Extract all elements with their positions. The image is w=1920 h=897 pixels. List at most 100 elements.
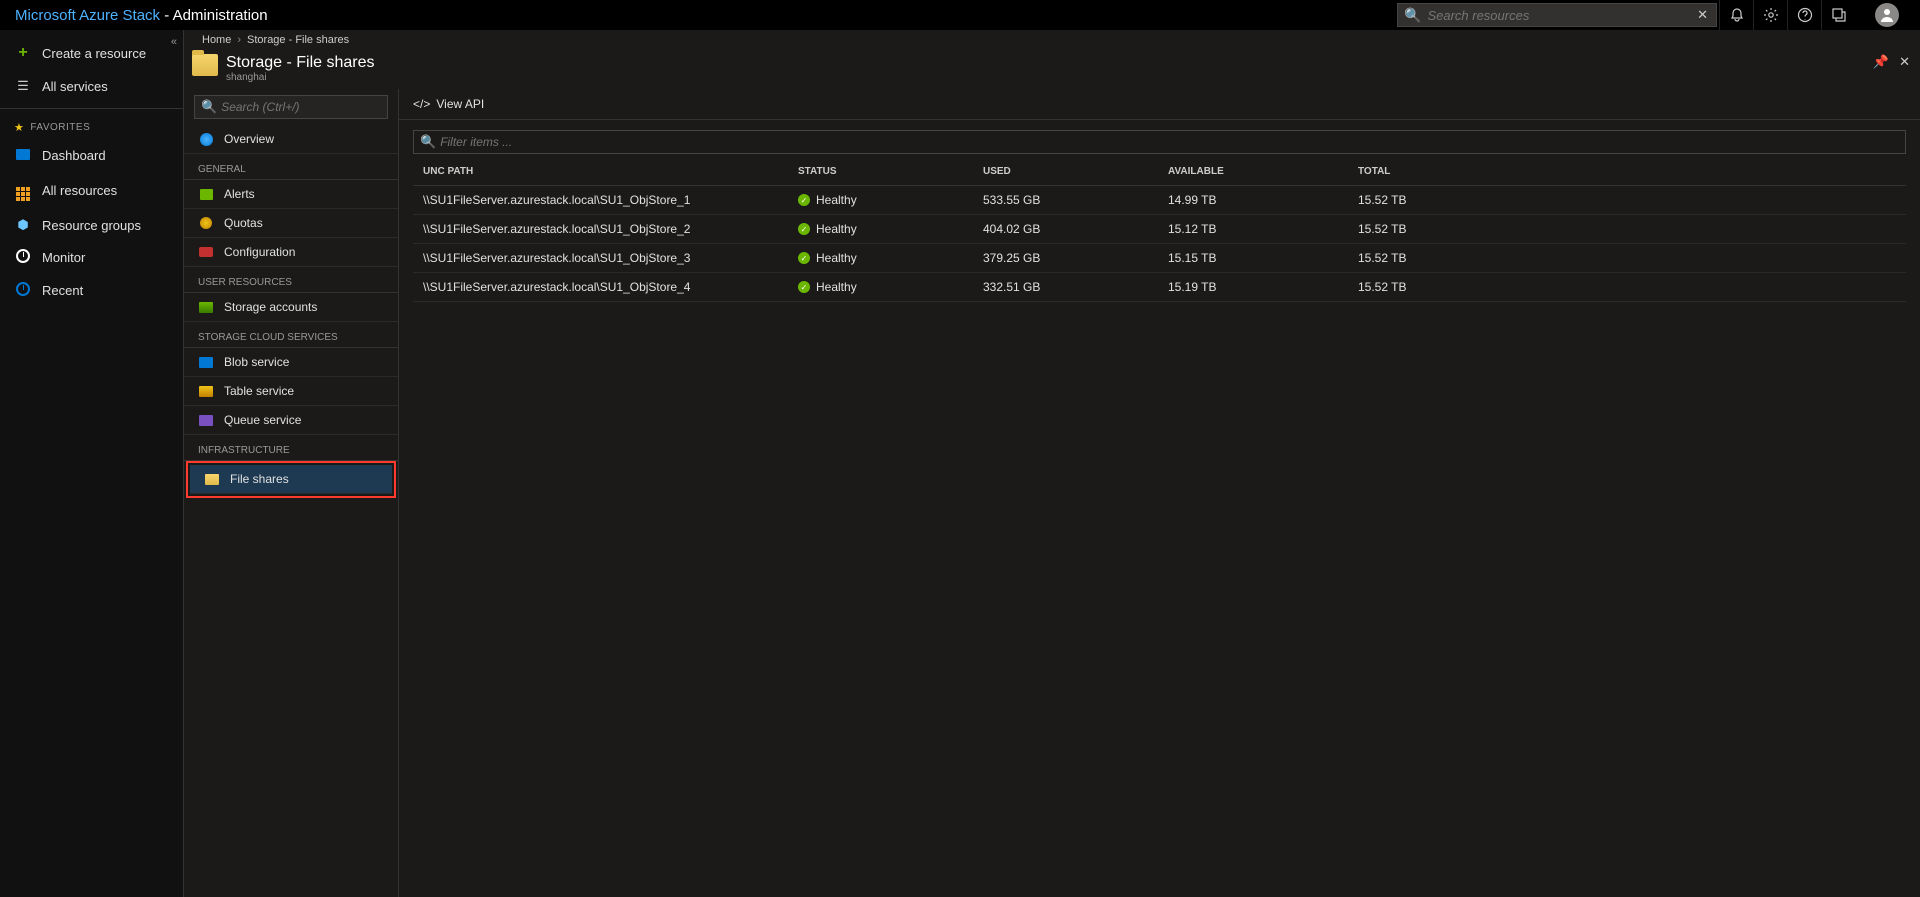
file-shares-table: UNC PATH STATUS USED AVAILABLE TOTAL \\S… — [413, 158, 1906, 302]
cell-status: ✓Healthy — [798, 222, 983, 236]
cell-available: 15.19 TB — [1168, 280, 1358, 294]
cell-total: 15.52 TB — [1358, 222, 1896, 236]
nav-dashboard[interactable]: Dashboard — [0, 140, 183, 171]
menu-alerts[interactable]: Alerts — [184, 180, 398, 209]
nav-label: All services — [42, 79, 108, 94]
topbar: Microsoft Azure Stack - Administration 🔍… — [0, 0, 1920, 30]
cell-used: 404.02 GB — [983, 222, 1168, 236]
nav-create-resource[interactable]: + Create a resource — [0, 36, 183, 70]
nav-all-services[interactable]: ☰ All services — [0, 70, 183, 102]
section-infra: INFRASTRUCTURE — [184, 435, 398, 461]
storage-icon — [198, 300, 214, 314]
help-icon[interactable] — [1787, 0, 1821, 30]
toolbar-label: View API — [436, 97, 484, 111]
nav-resource-groups[interactable]: ⬢ Resource groups — [0, 209, 183, 241]
col-header-path[interactable]: UNC PATH — [423, 166, 798, 177]
cell-path: \\SU1FileServer.azurestack.local\SU1_Obj… — [423, 280, 798, 294]
col-header-used[interactable]: USED — [983, 166, 1168, 177]
chevron-right-icon: › — [237, 34, 241, 46]
menu-storage-accounts[interactable]: Storage accounts — [184, 293, 398, 322]
favorites-header: ★ FAVORITES — [0, 115, 183, 140]
table-header: UNC PATH STATUS USED AVAILABLE TOTAL — [413, 158, 1906, 186]
section-user: USER RESOURCES — [184, 267, 398, 293]
collapse-nav-icon[interactable]: « — [171, 36, 177, 48]
breadcrumb-home[interactable]: Home — [202, 34, 231, 46]
menu-configuration[interactable]: Configuration — [184, 238, 398, 267]
view-api-button[interactable]: </> View API — [413, 97, 484, 111]
highlight-annotation: File shares — [186, 461, 396, 498]
search-icon: 🔍 — [420, 134, 436, 150]
menu-label: Quotas — [224, 216, 263, 230]
cell-available: 15.15 TB — [1168, 251, 1358, 265]
nav-monitor[interactable]: Monitor — [0, 241, 183, 274]
healthy-icon: ✓ — [798, 223, 810, 235]
content-area: Home › Storage - File shares Storage - F… — [184, 30, 1920, 897]
star-icon: ★ — [14, 121, 24, 134]
table-row[interactable]: \\SU1FileServer.azurestack.local\SU1_Obj… — [413, 186, 1906, 215]
cell-status: ✓Healthy — [798, 193, 983, 207]
nav-label: Dashboard — [42, 148, 106, 163]
folder-icon — [192, 54, 218, 76]
breadcrumb-current: Storage - File shares — [247, 34, 349, 46]
plus-icon: + — [14, 44, 32, 62]
blade-subtitle: shanghai — [226, 72, 375, 83]
menu-label: Blob service — [224, 355, 289, 369]
resource-menu: 🔍 Overview GENERAL Alerts Quotas — [184, 89, 399, 897]
filter-box[interactable]: 🔍 — [413, 130, 1906, 154]
blade-search[interactable]: 🔍 — [194, 95, 388, 119]
nav-label: Resource groups — [42, 218, 141, 233]
table-row[interactable]: \\SU1FileServer.azurestack.local\SU1_Obj… — [413, 273, 1906, 302]
menu-quotas[interactable]: Quotas — [184, 209, 398, 238]
healthy-icon: ✓ — [798, 252, 810, 264]
clock-icon — [14, 282, 32, 299]
menu-queue-service[interactable]: Queue service — [184, 406, 398, 435]
settings-icon[interactable] — [1753, 0, 1787, 30]
menu-label: Overview — [224, 132, 274, 146]
blade-header-row: Storage - File shares shanghai 📌 ✕ — [184, 48, 1920, 89]
healthy-icon: ✓ — [798, 194, 810, 206]
nav-all-resources[interactable]: All resources — [0, 171, 183, 209]
folder-icon — [204, 472, 220, 486]
cell-total: 15.52 TB — [1358, 280, 1896, 294]
breadcrumb: Home › Storage - File shares — [184, 30, 1920, 48]
menu-blob-service[interactable]: Blob service — [184, 348, 398, 377]
col-header-total[interactable]: TOTAL — [1358, 166, 1896, 177]
top-icons — [1719, 0, 1855, 30]
close-icon[interactable]: ✕ — [1899, 54, 1910, 70]
account-area[interactable] — [1855, 3, 1905, 27]
title-suffix: - Administration — [160, 7, 268, 24]
nav-label: Recent — [42, 283, 83, 298]
list-icon: ☰ — [14, 78, 32, 94]
search-input[interactable] — [1427, 8, 1689, 23]
col-header-status[interactable]: STATUS — [798, 166, 983, 177]
cell-available: 14.99 TB — [1168, 193, 1358, 207]
table-row[interactable]: \\SU1FileServer.azurestack.local\SU1_Obj… — [413, 244, 1906, 273]
alert-icon — [198, 187, 214, 201]
nav-label: Monitor — [42, 250, 85, 265]
filter-input[interactable] — [440, 135, 1899, 149]
globe-icon — [198, 132, 214, 146]
table-icon — [198, 384, 214, 398]
menu-file-shares[interactable]: File shares — [190, 465, 392, 494]
main-blade: </> View API 🔍 UNC PATH STATUS USED AVAI… — [399, 89, 1920, 897]
menu-label: File shares — [230, 472, 289, 486]
global-search[interactable]: 🔍 ✕ — [1397, 3, 1717, 27]
clear-search-icon[interactable]: ✕ — [1689, 7, 1716, 23]
favorites-label: FAVORITES — [30, 122, 90, 133]
col-header-available[interactable]: AVAILABLE — [1168, 166, 1358, 177]
toolbar: </> View API — [399, 89, 1920, 120]
menu-table-service[interactable]: Table service — [184, 377, 398, 406]
monitor-icon — [14, 249, 32, 266]
menu-overview[interactable]: Overview — [184, 125, 398, 154]
nav-recent[interactable]: Recent — [0, 274, 183, 307]
cube-icon: ⬢ — [14, 217, 32, 233]
cell-status: ✓Healthy — [798, 280, 983, 294]
cell-path: \\SU1FileServer.azurestack.local\SU1_Obj… — [423, 222, 798, 236]
table-row[interactable]: \\SU1FileServer.azurestack.local\SU1_Obj… — [413, 215, 1906, 244]
cell-total: 15.52 TB — [1358, 251, 1896, 265]
blade-search-input[interactable] — [221, 100, 381, 114]
feedback-icon[interactable] — [1821, 0, 1855, 30]
notifications-icon[interactable] — [1719, 0, 1753, 30]
blob-icon — [198, 355, 214, 369]
pin-icon[interactable]: 📌 — [1873, 54, 1889, 70]
